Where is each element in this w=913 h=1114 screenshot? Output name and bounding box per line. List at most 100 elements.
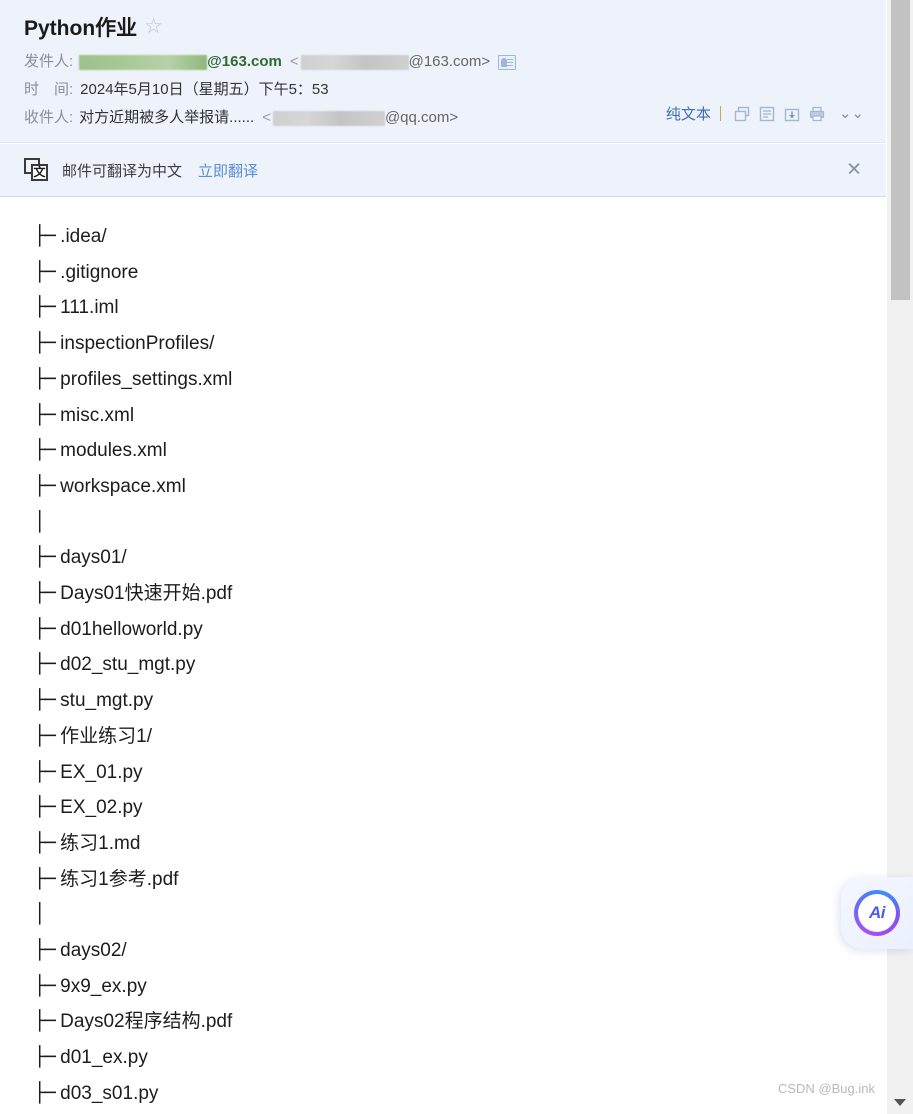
tree-branch-glyph: ├─ xyxy=(34,1046,56,1069)
tree-line: ├─ inspectionProfiles/ xyxy=(34,326,862,362)
sender-display-name: @163.com xyxy=(207,52,282,70)
open-in-new-window-icon[interactable] xyxy=(734,106,751,122)
note-icon[interactable] xyxy=(759,106,776,122)
tree-branch-glyph: ├─ xyxy=(34,403,56,426)
plaintext-link[interactable]: 纯文本 xyxy=(666,103,711,124)
tree-item-name: d01helloworld.py xyxy=(54,618,203,640)
scrollbar-thumb[interactable] xyxy=(891,0,910,300)
sender-row: 发件人: @163.com < @163.com> xyxy=(24,48,862,76)
tree-item-name: .idea/ xyxy=(54,226,107,247)
tree-branch-glyph: │ xyxy=(34,510,45,533)
tree-branch-glyph: ├─ xyxy=(34,439,56,462)
tree-branch-glyph: │ xyxy=(34,903,45,926)
contact-card-icon[interactable] xyxy=(498,54,517,70)
sender-address-redaction xyxy=(300,54,409,70)
header-actions: 纯文本 ⌄⌄ xyxy=(666,103,864,124)
tree-line: ├─ 练习1.md xyxy=(34,826,862,862)
mail-pane: Python作业 ☆ 发件人: @163.com < @163.com> 时 间… xyxy=(0,0,886,1114)
print-icon[interactable] xyxy=(809,106,826,122)
tree-item-name: profiles_settings.xml xyxy=(54,368,233,390)
ai-assistant-button[interactable]: Ai xyxy=(841,877,913,949)
tree-item-name: 练习1.md xyxy=(54,832,141,854)
tree-branch-glyph: ├─ xyxy=(34,1010,56,1033)
tree-branch-glyph: ├─ xyxy=(34,867,56,890)
watermark: CSDN @Bug.ink xyxy=(777,1081,875,1096)
tree-item-name: stu_mgt.py xyxy=(54,690,154,712)
date-label: 时 间: xyxy=(24,80,74,98)
tree-item-name: days02/ xyxy=(54,940,127,962)
tree-item-name: modules.xml xyxy=(54,440,167,462)
translate-message: 邮件可翻译为中文 xyxy=(62,162,183,180)
date-row: 时 间: 2024年5月10日（星期五）下午5：53 xyxy=(24,76,862,104)
translate-icon-front-square: 文 xyxy=(31,164,48,181)
tree-item-name: misc.xml xyxy=(54,404,135,426)
tree-branch-glyph: ├─ xyxy=(34,831,56,854)
tree-line: ├─ 作业练习1/ xyxy=(34,719,862,755)
tree-item-name: 练习1参考.pdf xyxy=(54,868,179,890)
tree-item-name: Days01快速开始.pdf xyxy=(54,583,233,605)
tree-line: ├─ days01/ xyxy=(34,540,862,576)
star-icon[interactable]: ☆ xyxy=(144,16,166,38)
tree-line: ├─ d02_stu_mgt.py xyxy=(34,647,862,683)
tree-branch-glyph: ├─ xyxy=(34,796,56,819)
close-icon[interactable]: ✕ xyxy=(846,161,862,180)
tree-line: ├─ modules.xml xyxy=(34,433,862,469)
tree-branch-glyph: ├─ xyxy=(34,367,56,390)
tree-branch-glyph: ├─ xyxy=(34,617,56,640)
title-row: Python作业 ☆ xyxy=(0,12,886,42)
tree-line: ├─ Days02程序结构.pdf xyxy=(34,1004,862,1040)
tree-item-name: days01/ xyxy=(54,547,127,569)
recipient-angle-open: < xyxy=(262,108,271,126)
tree-branch-glyph: ├─ xyxy=(34,474,56,497)
tree-branch-glyph: ├─ xyxy=(34,260,56,283)
tree-branch-glyph: ├─ xyxy=(34,939,56,962)
sender-address: @163.com> xyxy=(408,52,491,70)
scroll-down-arrow-icon[interactable] xyxy=(894,1099,906,1106)
tree-item-name: workspace.xml xyxy=(54,475,186,497)
mail-body: ├─ .idea/├─ .gitignore ├─ 111.iml ├─ inspe… xyxy=(0,197,886,1112)
tree-branch-glyph: ├─ xyxy=(34,653,56,676)
tree-line: ├─ 练习1参考.pdf xyxy=(34,862,862,898)
tree-line: │ xyxy=(34,897,862,933)
email-viewer: Python作业 ☆ 发件人: @163.com < @163.com> 时 间… xyxy=(0,0,913,1114)
chevron-double-down-icon[interactable]: ⌄⌄ xyxy=(839,106,864,121)
translate-bar: 文 邮件可翻译为中文 立即翻译 ✕ xyxy=(0,143,886,197)
tree-line: ├─ 111.iml xyxy=(34,290,862,326)
tree-branch-glyph: ├─ xyxy=(34,689,56,712)
tree-branch-glyph: ├─ xyxy=(34,724,56,747)
sender-name-redaction xyxy=(79,54,208,70)
tree-item-name: 作业练习1/ xyxy=(54,725,153,747)
tree-branch-glyph: ├─ xyxy=(34,546,56,569)
tree-item-name: 9x9_ex.py xyxy=(54,975,147,997)
tree-item-name: inspectionProfiles/ xyxy=(54,333,215,355)
tree-line: ├─ .gitignore xyxy=(34,255,862,291)
tree-line: ├─ d03_s01.py xyxy=(34,1076,862,1112)
mail-header: Python作业 ☆ 发件人: @163.com < @163.com> 时 间… xyxy=(0,0,886,143)
sender-angle-open: < xyxy=(289,52,299,70)
tree-line: ├─ EX_02.py xyxy=(34,790,862,826)
tree-item-name: d02_stu_mgt.py xyxy=(54,654,196,676)
tree-item-name: EX_01.py xyxy=(54,761,143,783)
translate-now-link[interactable]: 立即翻译 xyxy=(198,160,258,181)
tree-line: ├─ misc.xml xyxy=(34,398,862,434)
tree-line: ├─ profiles_settings.xml xyxy=(34,362,862,398)
ai-assistant-label: Ai xyxy=(858,894,896,932)
tree-line: ├─ d01helloworld.py xyxy=(34,612,862,648)
tree-branch-glyph: ├─ xyxy=(34,296,56,319)
tree-item-name: Days02程序结构.pdf xyxy=(54,1011,233,1033)
sender-label: 发件人: xyxy=(24,52,74,70)
tree-item-name: d03_s01.py xyxy=(54,1082,159,1104)
tree-branch-glyph: ├─ xyxy=(34,974,56,997)
download-icon[interactable] xyxy=(784,106,801,122)
recipient-address: @qq.com> xyxy=(384,108,459,126)
tree-branch-glyph: ├─ xyxy=(34,582,56,605)
tree-item-name: 111.iml xyxy=(54,297,119,319)
tree-branch-glyph: ├─ xyxy=(34,225,56,247)
tree-line: ├─ .idea/ xyxy=(34,219,862,255)
recipient-label: 收件人: xyxy=(24,108,74,126)
recipient-address-redaction xyxy=(272,110,385,126)
tree-branch-glyph: ├─ xyxy=(34,760,56,783)
tree-branch-glyph: ├─ xyxy=(34,332,56,355)
tree-line: ├─ days02/ xyxy=(34,933,862,969)
tree-item-name: d01_ex.py xyxy=(54,1047,148,1069)
